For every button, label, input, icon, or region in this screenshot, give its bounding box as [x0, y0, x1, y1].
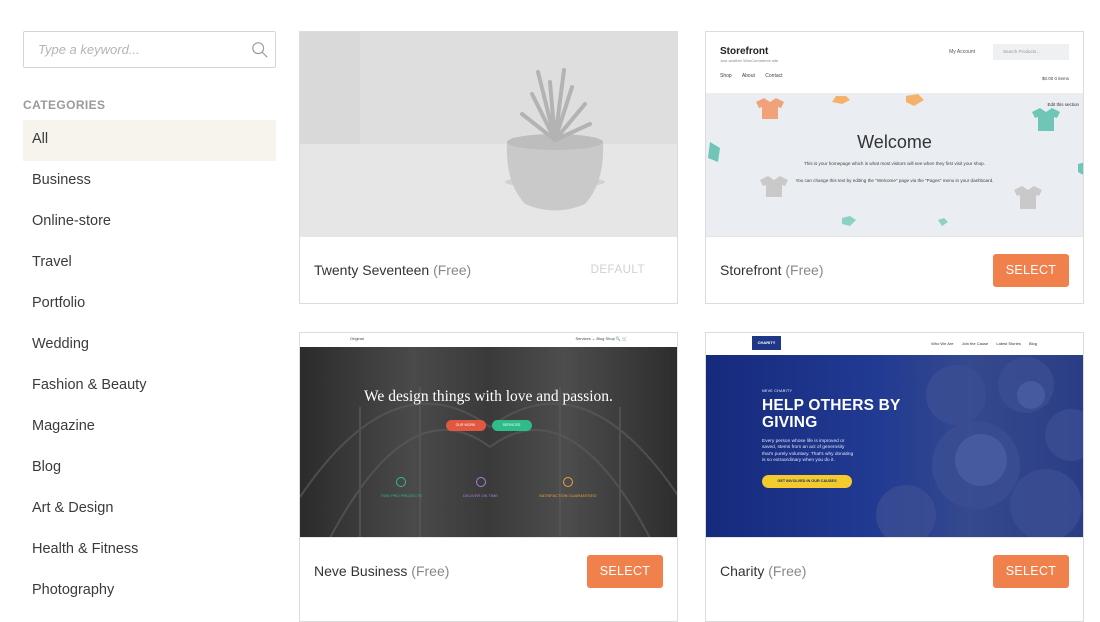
theme-card-footer: Storefront (Free) SELECT [706, 237, 1083, 303]
storefront-nav-item: Shop [720, 73, 732, 79]
charity-preview-header: CHARITY Who We Are Join the Cause Latest… [706, 333, 1083, 355]
select-button[interactable]: SELECT [587, 554, 663, 588]
dollar-icon [396, 477, 407, 487]
storefront-nav-item: Contact [765, 73, 783, 79]
storefront-search: Search Products… [993, 44, 1069, 60]
charity-nav-item: Blog [1028, 341, 1037, 346]
neve-hero-heading: We design things with love and passion. [364, 388, 613, 405]
category-list: All Business Online-store Travel Portfol… [23, 120, 276, 612]
theme-card-neve-business[interactable]: Original Services ⌄ Blog Shop 🔍 🛒 We des… [299, 332, 678, 622]
theme-card-footer: Neve Business (Free) SELECT [300, 538, 677, 604]
theme-name: Storefront (Free) [720, 262, 824, 278]
charity-logo: CHARITY [752, 336, 781, 350]
theme-card-footer: Twenty Seventeen (Free) DEFAULT [300, 237, 677, 303]
theme-title: Charity [720, 563, 765, 579]
theme-name: Neve Business (Free) [314, 563, 449, 579]
category-item-art-design[interactable]: Art & Design [23, 489, 276, 530]
theme-title: Neve Business [314, 563, 408, 579]
category-item-online-store[interactable]: Online-store [23, 202, 276, 243]
theme-price: (Free) [768, 563, 807, 579]
neve-feature-label: DELIVER ON TIME [463, 493, 498, 498]
theme-thumbnail[interactable]: Original Services ⌄ Blog Shop 🔍 🛒 We des… [300, 333, 677, 538]
storefront-preview-header: Storefront Just another WooCommerce site… [706, 32, 1083, 94]
theme-price: (Free) [785, 262, 824, 278]
neve-services-button: SERVICES [491, 420, 532, 431]
sidebar: CATEGORIES All Business Online-store Tra… [23, 31, 276, 612]
storefront-account: My Account [949, 49, 975, 55]
search-input[interactable] [24, 32, 275, 67]
theme-card-charity[interactable]: CHARITY Who We Are Join the Cause Latest… [705, 332, 1084, 622]
default-label: DEFAULT [590, 264, 645, 276]
neve-feature: DELIVER ON TIME [463, 477, 498, 498]
charity-hero: NEVE CHARITY HELP OTHERS BY GIVING Every… [706, 355, 1083, 537]
storefront-nav: Shop About Contact [720, 73, 1069, 79]
storefront-nav-item: About [741, 73, 755, 79]
neve-hero: We design things with love and passion. … [300, 347, 677, 537]
category-item-wedding[interactable]: Wedding [23, 325, 276, 366]
category-item-photography[interactable]: Photography [23, 571, 276, 612]
clock-icon [475, 477, 486, 487]
theme-card-footer: Charity (Free) SELECT [706, 538, 1083, 604]
charity-cta-button: GET INVOLVED IN OUR CAUSES [762, 474, 852, 488]
theme-price: (Free) [433, 262, 472, 278]
charity-nav-item: Who We Are [931, 341, 954, 346]
edit-section-link: Edit this section [1047, 102, 1079, 107]
charity-heading: HELP OTHERS BY GIVING [762, 397, 901, 431]
theme-thumbnail[interactable]: Storefront Just another WooCommerce site… [706, 32, 1083, 237]
neve-feature: TWO PRO PROJECTS [380, 477, 423, 498]
category-item-magazine[interactable]: Magazine [23, 407, 276, 448]
storefront-hero: Edit this section Welcome This is your h… [706, 94, 1083, 236]
theme-thumbnail[interactable]: CHARITY Who We Are Join the Cause Latest… [706, 333, 1083, 538]
theme-card-storefront[interactable]: Storefront Just another WooCommerce site… [705, 31, 1084, 304]
search-box [23, 31, 276, 68]
plant-pot-image [300, 32, 677, 236]
category-item-fashion-beauty[interactable]: Fashion & Beauty [23, 366, 276, 407]
neve-feature-label: TWO PRO PROJECTS [380, 493, 423, 498]
neve-feature: SATISFACTION GUARANTEED [538, 477, 597, 498]
theme-thumbnail[interactable] [300, 32, 677, 237]
neve-work-button: OUR WORK [445, 420, 486, 431]
tshirt-pattern-image [708, 94, 1083, 226]
select-button[interactable]: SELECT [993, 554, 1069, 588]
theme-card-twenty-seventeen[interactable]: Twenty Seventeen (Free) DEFAULT [299, 31, 678, 304]
category-item-portfolio[interactable]: Portfolio [23, 284, 276, 325]
category-item-health-fitness[interactable]: Health & Fitness [23, 530, 276, 571]
charity-nav-item: Latest Stories [996, 341, 1021, 346]
category-item-all[interactable]: All [23, 120, 276, 161]
charity-nav-item: Join the Cause [961, 341, 989, 346]
theme-price: (Free) [411, 563, 450, 579]
charity-eyebrow: NEVE CHARITY [762, 389, 793, 393]
theme-name: Twenty Seventeen (Free) [314, 262, 471, 278]
storefront-cart: $0.00 0 items [1041, 76, 1069, 81]
theme-name: Charity (Free) [720, 563, 806, 579]
neve-feature-label: SATISFACTION GUARANTEED [538, 493, 597, 498]
neve-logo: Original [350, 336, 364, 341]
category-item-travel[interactable]: Travel [23, 243, 276, 284]
search-icon[interactable] [251, 41, 269, 59]
neve-preview-header: Original Services ⌄ Blog Shop 🔍 🛒 [300, 333, 677, 347]
badge-icon [562, 477, 573, 487]
category-item-business[interactable]: Business [23, 161, 276, 202]
theme-title: Twenty Seventeen [314, 262, 430, 278]
neve-features: TWO PRO PROJECTS DELIVER ON TIME SATISFA… [300, 477, 677, 498]
neve-nav: Services ⌄ Blog Shop 🔍 🛒 [575, 336, 627, 341]
category-item-blog[interactable]: Blog [23, 448, 276, 489]
select-button[interactable]: SELECT [993, 253, 1069, 287]
categories-heading: CATEGORIES [23, 98, 106, 112]
neve-hero-buttons: OUR WORK SERVICES [300, 420, 677, 431]
charity-nav: Who We Are Join the Cause Latest Stories… [924, 341, 1037, 346]
theme-title: Storefront [720, 262, 782, 278]
charity-text: Every person whose life is improved or s… [762, 439, 854, 464]
